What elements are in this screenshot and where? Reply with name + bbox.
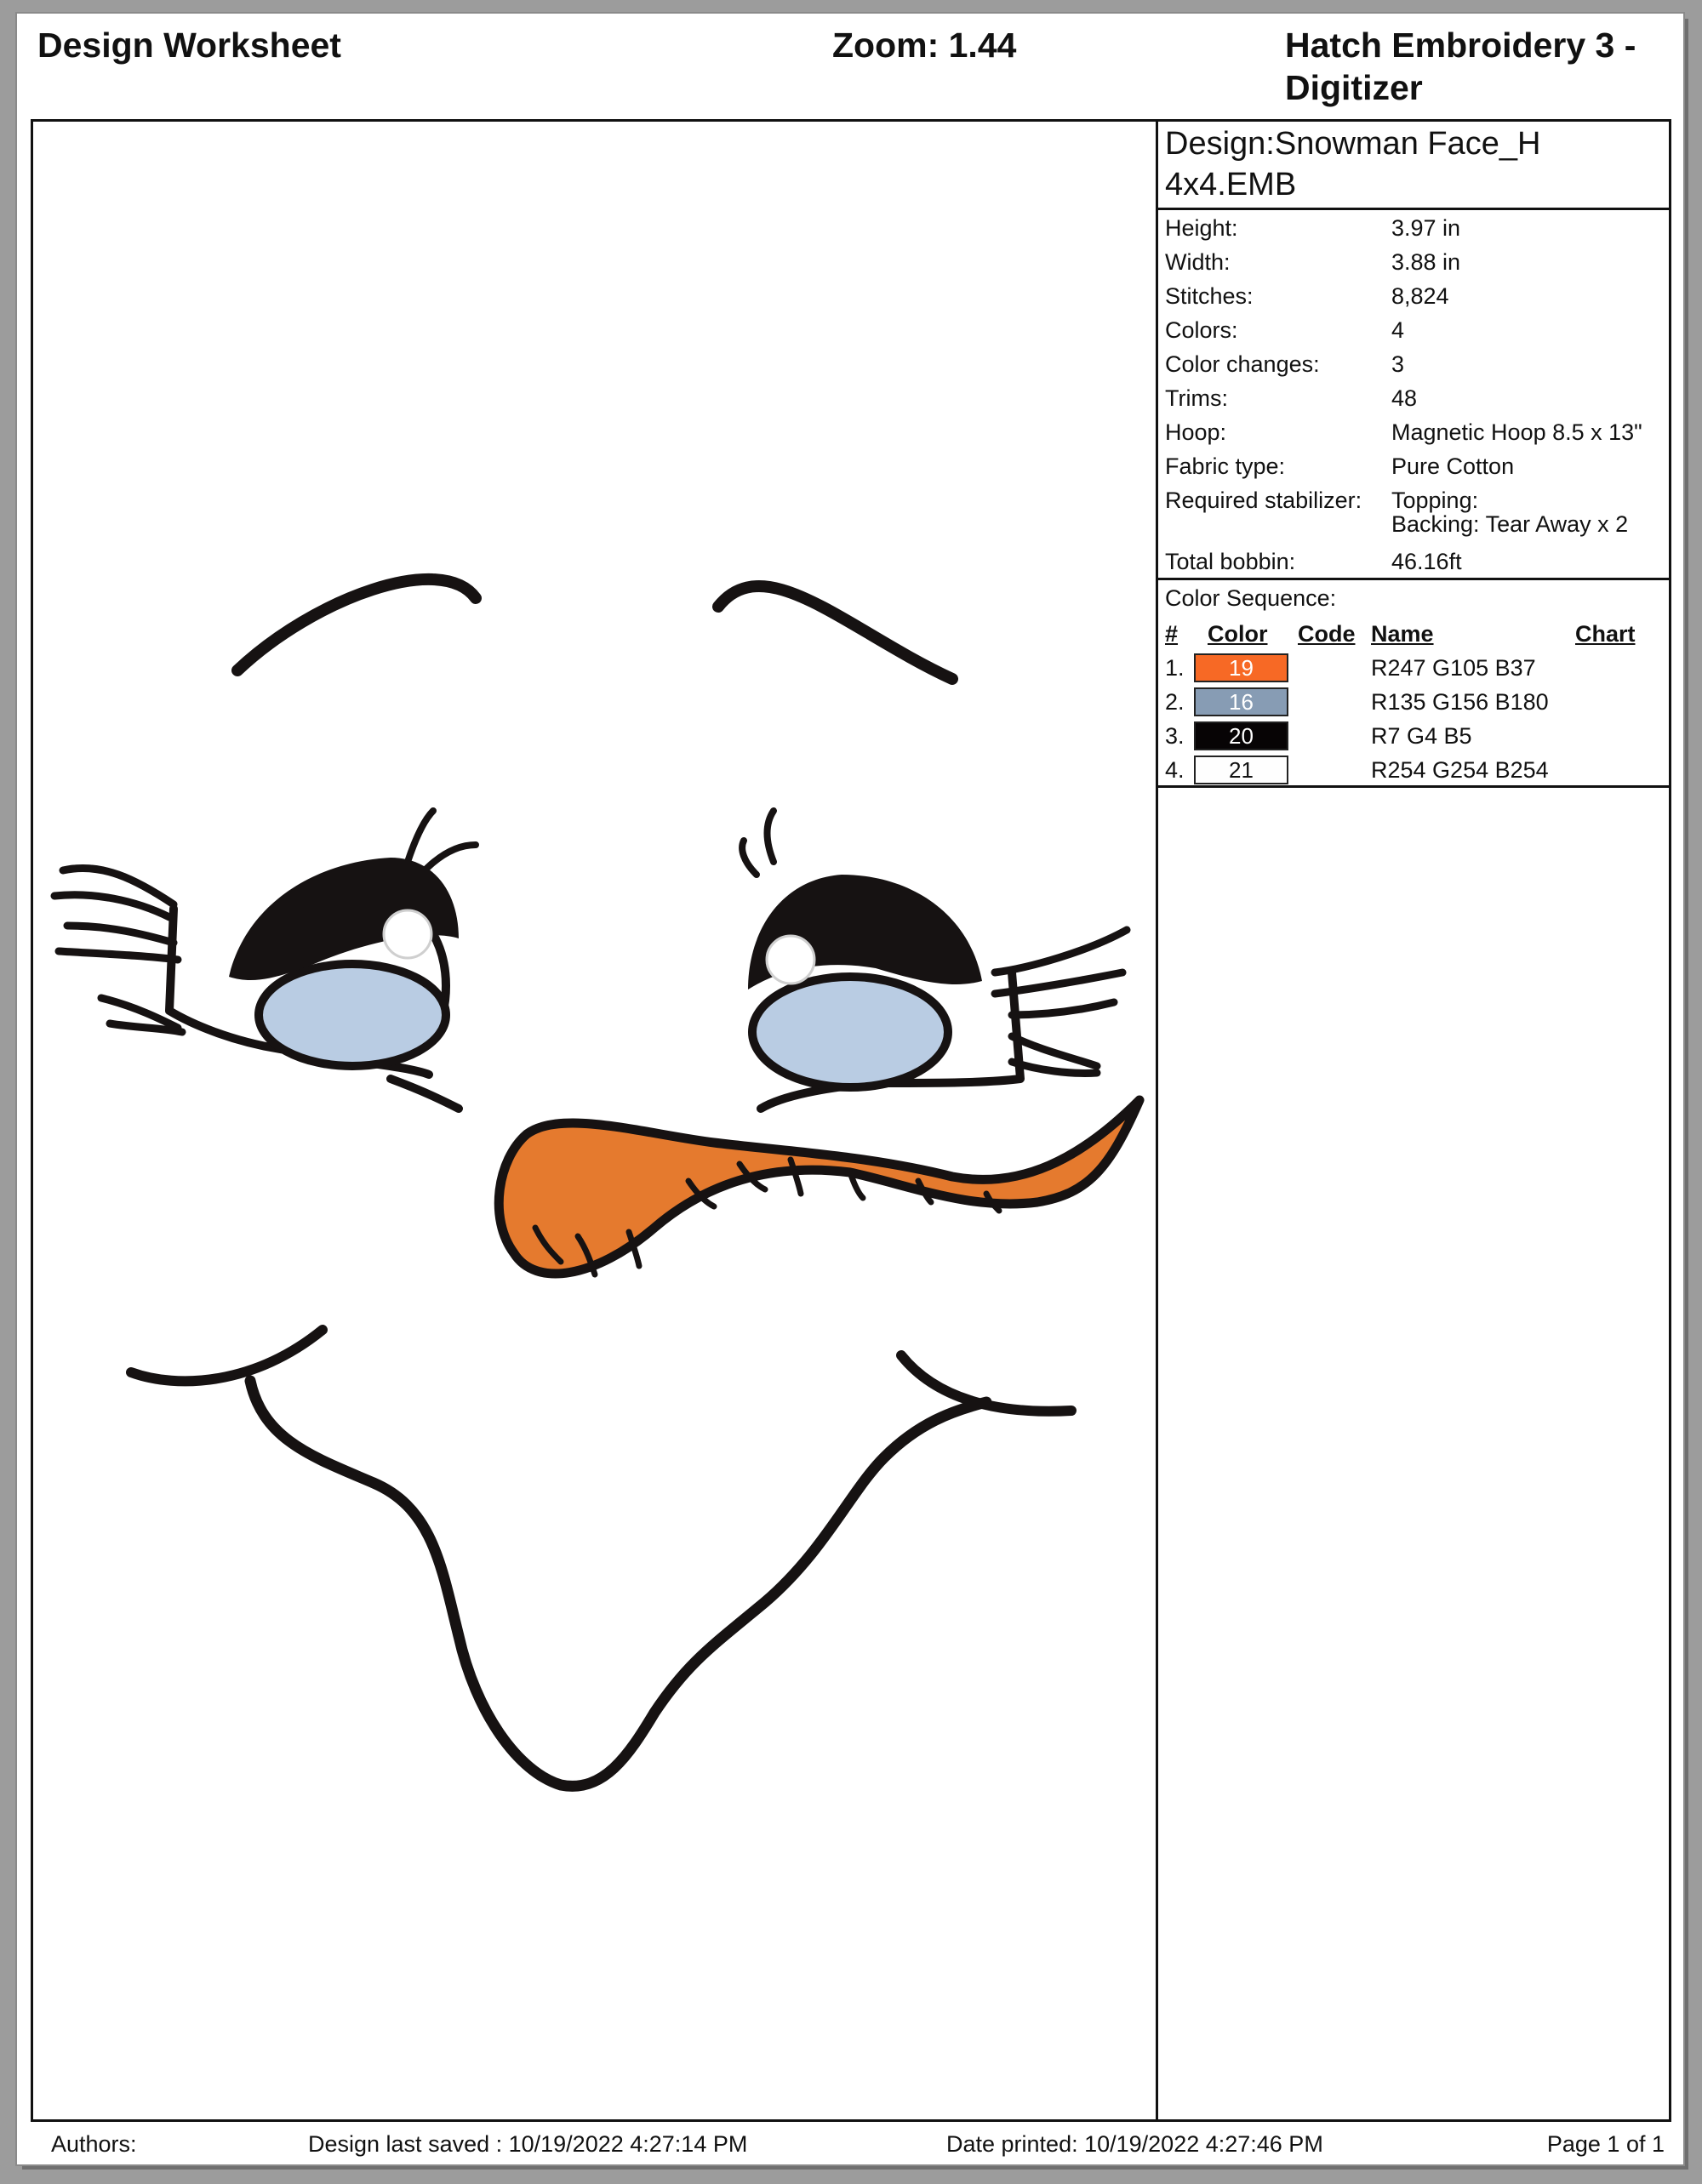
left-eye-lash-7	[404, 807, 437, 865]
right-eyebrow	[712, 580, 958, 685]
design-name-box: Design:Snowman Face_H 4x4.EMB	[1158, 122, 1669, 210]
left-eye-lash-4	[54, 947, 182, 964]
left-eye-highlight	[382, 909, 433, 960]
right-eye-highlight	[765, 934, 816, 985]
right-eye-lash-1	[991, 926, 1131, 977]
mouth-line	[244, 1375, 992, 1792]
snowman-face-embroidery	[50, 573, 1145, 1792]
prop-label-colors: Colors:	[1165, 317, 1238, 343]
worksheet-title: Design Worksheet	[37, 26, 341, 65]
color-swatch: 19	[1194, 653, 1288, 682]
color-sequence-label: Color Sequence:	[1165, 585, 1337, 611]
right-eye-iris	[748, 972, 952, 1092]
left-eyebrow	[231, 573, 482, 676]
prop-label-stabilizer: Required stabilizer:	[1165, 488, 1362, 513]
prop-value-color-changes: 3	[1391, 351, 1405, 377]
design-name: Design:Snowman Face_H 4x4.EMB	[1165, 126, 1541, 202]
left-eye-lash-8	[421, 841, 479, 874]
prop-value-hoop: Magnetic Hoop 8.5 x 13"	[1391, 419, 1642, 445]
color-row: 1. 19 R247 G105 B37	[1158, 652, 1669, 686]
right-eye-lash-3	[1008, 998, 1118, 1019]
prop-label-width: Width:	[1165, 249, 1231, 275]
design-properties: Height: 3.97 in Width: 3.88 in Stitches:…	[1158, 210, 1669, 580]
application-name: Hatch Embroidery 3 - Digitizer	[1285, 26, 1636, 107]
prop-value-stitches: 8,824	[1391, 283, 1449, 309]
color-row-name: R254 G254 B254	[1371, 757, 1549, 783]
prop-value-trims: 48	[1391, 385, 1418, 411]
col-header-code: Code	[1298, 621, 1356, 647]
right-eye-lash-4	[1008, 1032, 1101, 1070]
color-row-num: 4.	[1165, 757, 1185, 783]
footer-date-printed: Date printed: 10/19/2022 4:27:46 PM	[946, 2131, 1323, 2157]
prop-value-total-bobbin: 46.16ft	[1391, 549, 1462, 574]
color-row-name: R135 G156 B180	[1371, 689, 1549, 715]
design-info-panel: Design:Snowman Face_H 4x4.EMB Height: 3.…	[1158, 122, 1669, 2119]
left-eye-iris	[254, 960, 450, 1070]
color-row-num: 3.	[1165, 723, 1185, 749]
color-sequence: Color Sequence: # Color Code Name Chart …	[1158, 580, 1669, 788]
prop-value-colors: 4	[1391, 317, 1405, 343]
color-row: 4. 21 R254 G254 B254	[1158, 754, 1669, 788]
col-header-name: Name	[1371, 621, 1434, 647]
left-eye-lower-line	[386, 1075, 463, 1113]
color-swatch: 16	[1194, 687, 1288, 716]
prop-label-fabric-type: Fabric type:	[1165, 453, 1286, 479]
color-row: 2. 16 R135 G156 B180	[1158, 686, 1669, 720]
mouth-left-corner	[126, 1325, 328, 1387]
prop-label-hoop: Hoop:	[1165, 419, 1227, 445]
prop-label-stitches: Stitches:	[1165, 283, 1254, 309]
left-eye-lash-3	[63, 921, 178, 947]
carrot-nose	[494, 1095, 1145, 1279]
color-row-num: 2.	[1165, 689, 1185, 715]
col-header-num: #	[1165, 621, 1179, 647]
prop-label-trims: Trims:	[1165, 385, 1228, 411]
prop-value-stabilizer-backing: Backing: Tear Away x 2	[1391, 511, 1629, 537]
worksheet-footer: Authors: Design last saved : 10/19/2022 …	[31, 2129, 1671, 2163]
right-eye-lash-6	[763, 807, 777, 865]
col-header-color: Color	[1208, 621, 1268, 647]
color-row-name: R247 G105 B37	[1371, 655, 1536, 681]
color-row: 3. 20 R7 G4 B5	[1158, 720, 1669, 754]
right-eye-lash-7	[739, 837, 760, 878]
prop-value-height: 3.97 in	[1391, 215, 1461, 241]
color-row-name: R7 G4 B5	[1371, 723, 1472, 749]
prop-label-total-bobbin: Total bobbin:	[1165, 549, 1296, 574]
zoom-level: Zoom: 1.44	[832, 26, 1017, 65]
footer-page-number: Page 1 of 1	[1546, 2131, 1665, 2157]
worksheet-page: Design Worksheet Zoom: 1.44 Hatch Embroi…	[17, 14, 1683, 2164]
worksheet-frame: Design:Snowman Face_H 4x4.EMB Height: 3.…	[31, 119, 1671, 2122]
prop-value-fabric-type: Pure Cotton	[1391, 453, 1515, 479]
prop-label-height: Height:	[1165, 215, 1238, 241]
color-swatch: 21	[1194, 756, 1288, 784]
left-eye-lash-2	[50, 891, 174, 921]
col-header-chart: Chart	[1575, 621, 1636, 647]
color-row-num: 1.	[1165, 655, 1185, 681]
footer-authors: Authors:	[51, 2131, 137, 2157]
prop-value-width: 3.88 in	[1391, 249, 1461, 275]
footer-last-saved: Design last saved : 10/19/2022 4:27:14 P…	[308, 2131, 748, 2157]
color-swatch: 20	[1194, 721, 1288, 750]
prop-label-color-changes: Color changes:	[1165, 351, 1320, 377]
design-preview	[33, 122, 1158, 2119]
